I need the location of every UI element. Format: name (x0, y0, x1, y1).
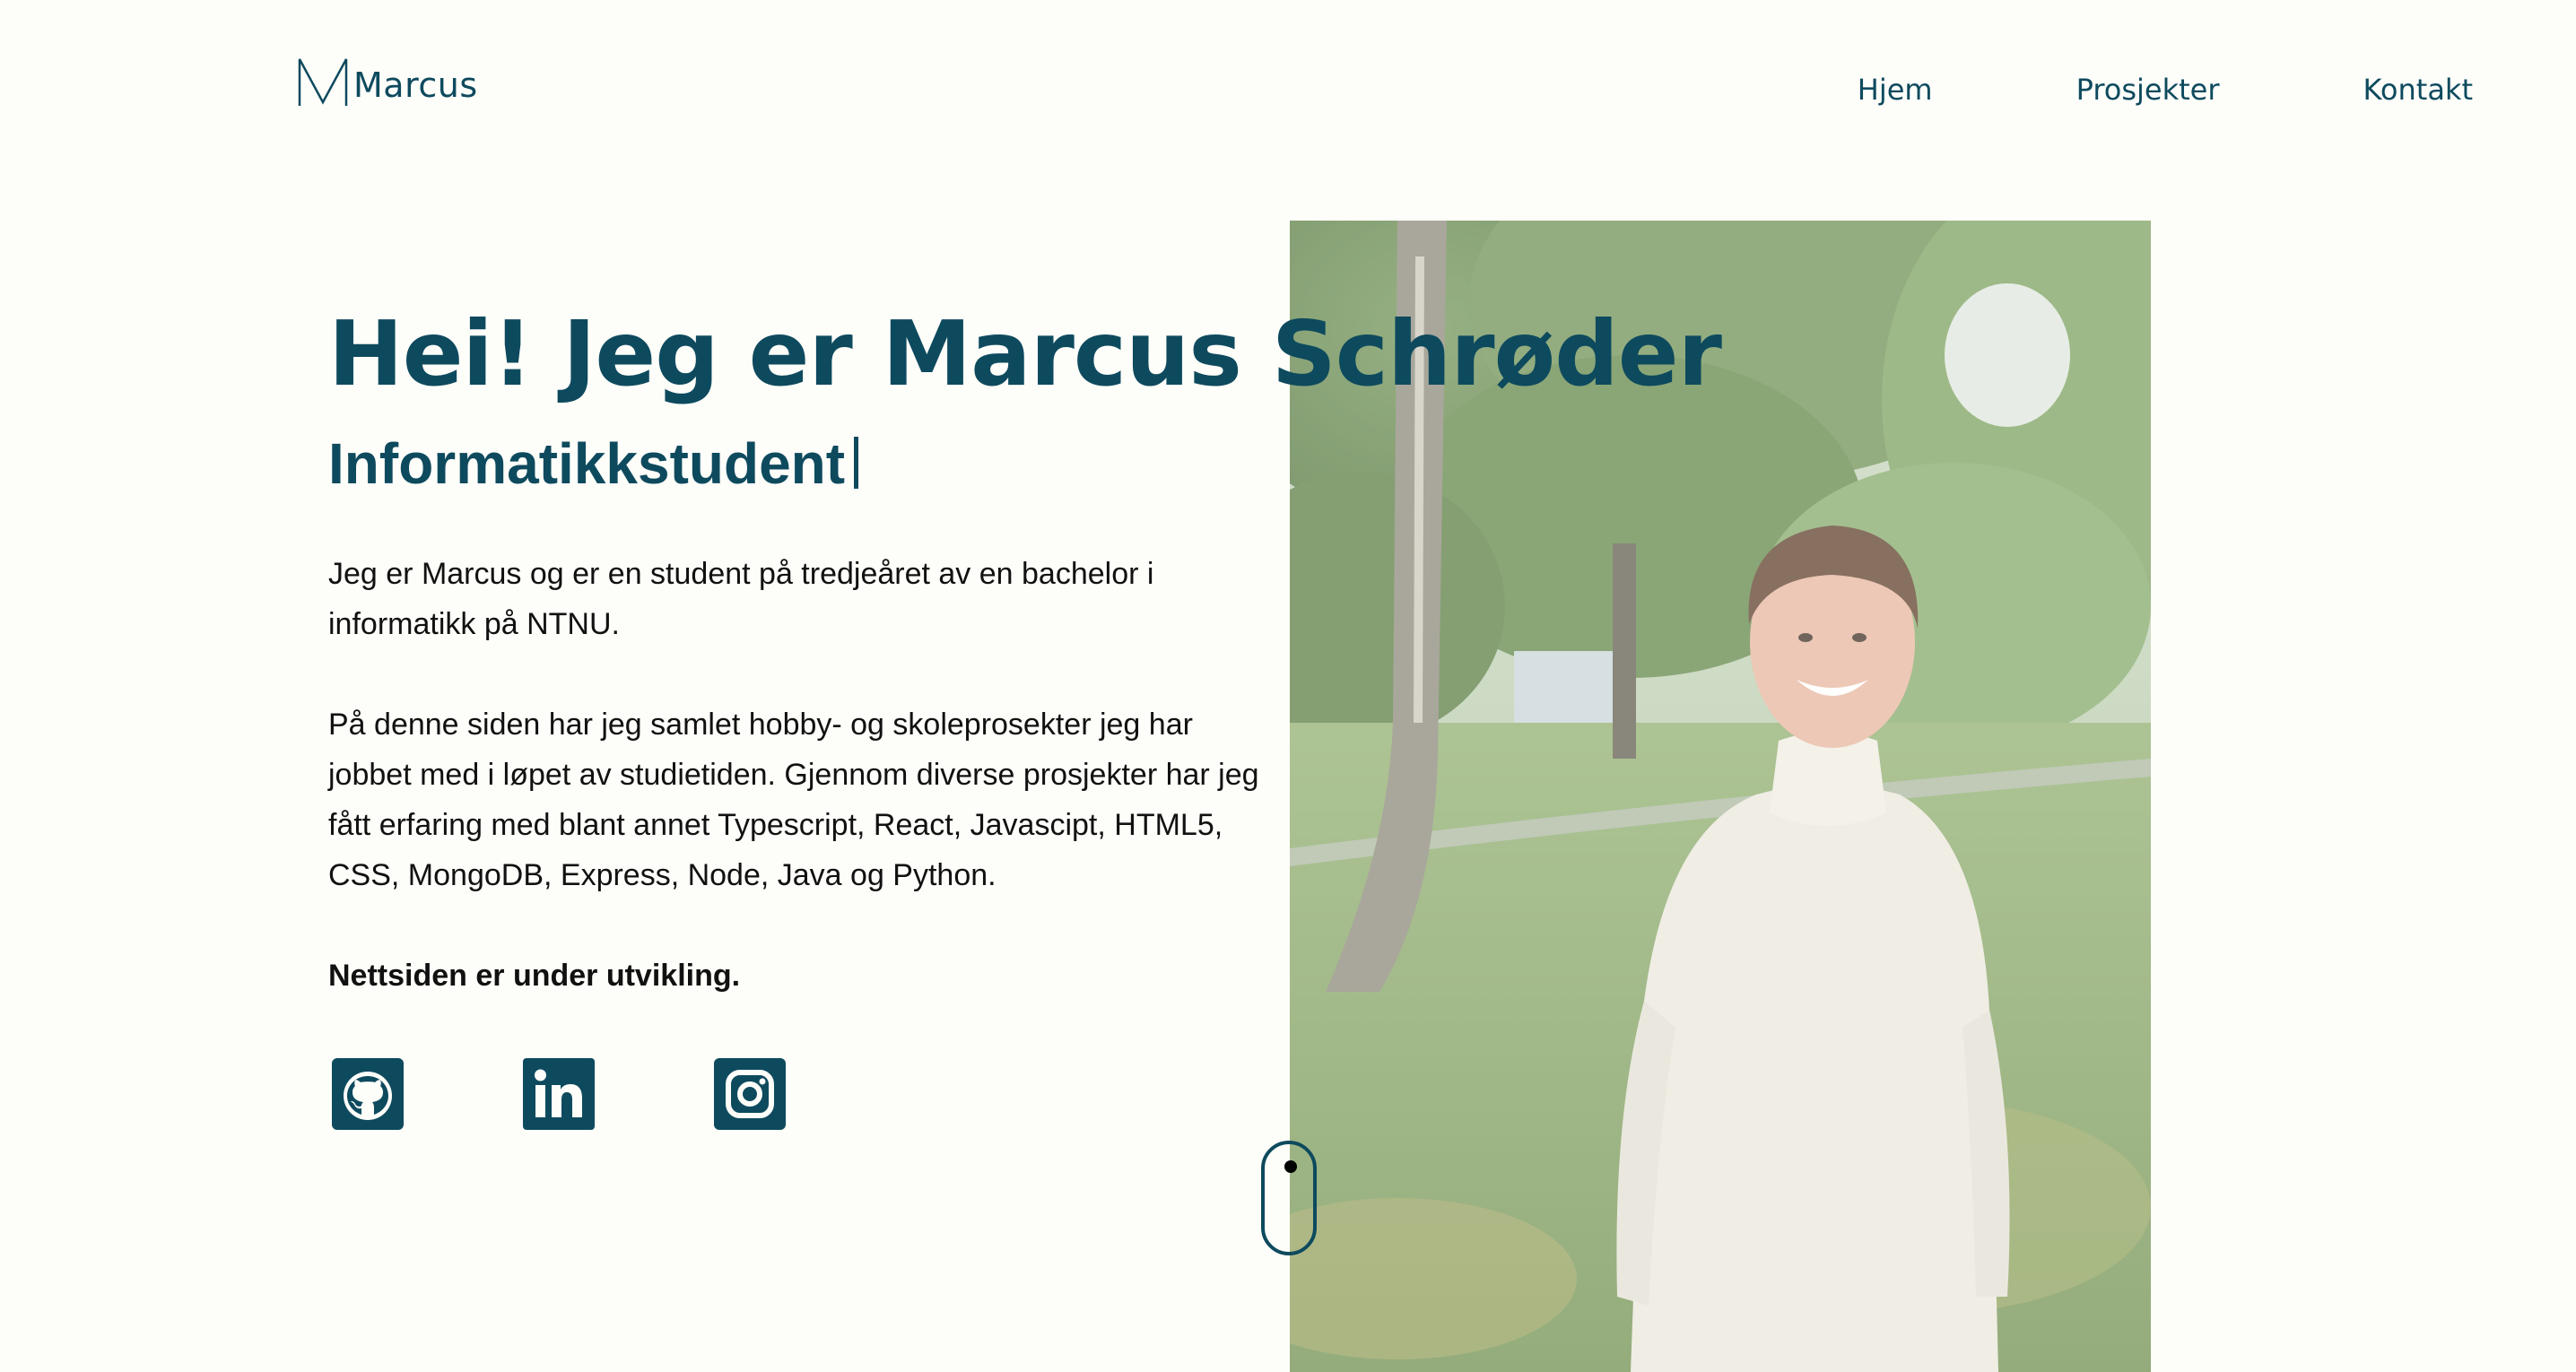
main-nav: Hjem Prosjekter Kontakt (1858, 70, 2473, 109)
github-icon (332, 1058, 404, 1130)
instagram-icon (714, 1058, 786, 1130)
instagram-link[interactable] (714, 1058, 786, 1130)
nav-link-kontakt[interactable]: Kontakt (2363, 70, 2473, 109)
logo[interactable]: Marcus (296, 52, 478, 109)
hero-title: Hei! Jeg er Marcus Schrøder (328, 301, 1722, 406)
linkedin-icon (523, 1058, 595, 1130)
social-links (332, 1058, 786, 1130)
logo-m-icon (298, 58, 348, 106)
logo-text: Marcus (353, 65, 478, 105)
typing-cursor (854, 437, 859, 489)
github-link[interactable] (332, 1058, 404, 1130)
nav-link-hjem[interactable]: Hjem (1858, 70, 1933, 109)
hero-subtitle: Informatikkstudent (328, 423, 859, 504)
bio: Jeg er Marcus og er en student på tredje… (328, 549, 1261, 1051)
mouse-scroll-icon[interactable] (1261, 1141, 1317, 1255)
bio-paragraph-status: Nettsiden er under utvikling. (328, 959, 741, 993)
scroll-dot (1284, 1160, 1297, 1173)
nav-link-prosjekter[interactable]: Prosjekter (2076, 70, 2220, 109)
hero-subtitle-text: Informatikkstudent (328, 431, 846, 496)
bio-paragraph-projects: På denne siden har jeg samlet hobby- og … (328, 708, 1259, 892)
bio-paragraph-intro: Jeg er Marcus og er en student på tredje… (328, 557, 1154, 641)
linkedin-link[interactable] (523, 1058, 595, 1130)
